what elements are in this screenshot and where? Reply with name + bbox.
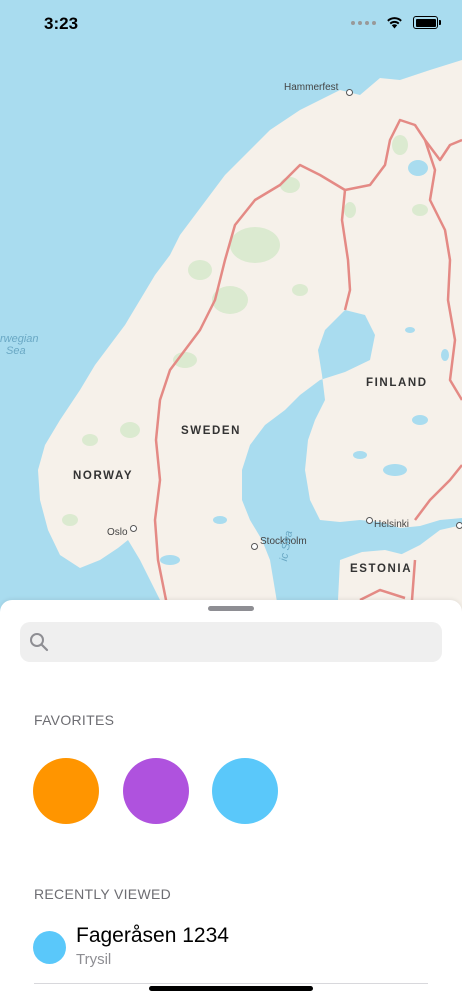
recent-list-item[interactable]: Fageråsen 1234 Trysil [0, 920, 462, 980]
battery-icon [413, 16, 441, 29]
city-label-helsinki[interactable]: Helsinki [374, 519, 409, 530]
favorites-section-title: FAVORITES [34, 712, 115, 728]
city-marker-stockholm[interactable] [251, 543, 258, 550]
city-label-hammerfest[interactable]: Hammerfest [284, 82, 338, 93]
status-icons [351, 16, 441, 29]
city-marker-helsinki[interactable] [366, 517, 373, 524]
city-marker-hammerfest[interactable] [346, 89, 353, 96]
recently-viewed-section-title: RECENTLY VIEWED [34, 886, 172, 902]
sheet-grabber-handle[interactable] [208, 606, 254, 611]
recent-item-subtitle: Trysil [76, 951, 112, 968]
country-label-estonia[interactable]: ESTONIA [350, 563, 412, 575]
city-label-oslo[interactable]: Oslo [107, 527, 128, 538]
home-indicator[interactable] [149, 986, 313, 991]
recent-item-title: Fageråsen 1234 [76, 924, 229, 947]
city-marker-edge[interactable] [456, 522, 462, 529]
wifi-icon [387, 17, 402, 29]
search-bar[interactable] [20, 622, 442, 664]
status-bar: 3:23 [0, 0, 462, 50]
cellular-signal-icon [351, 20, 376, 25]
map-view[interactable]: Hammerfest rwegian Sea FINLAND SWEDEN NOR… [0, 0, 462, 621]
list-divider [34, 983, 428, 984]
favorite-item-orange[interactable] [33, 758, 99, 824]
city-marker-oslo[interactable] [130, 525, 137, 532]
sea-label-norwegian: rwegian Sea [0, 333, 39, 357]
country-label-norway[interactable]: NORWAY [73, 470, 133, 482]
bottom-sheet[interactable]: FAVORITES RECENTLY VIEWED Fageråsen 1234… [0, 600, 462, 1000]
search-input[interactable] [60, 622, 434, 664]
favorite-item-blue[interactable] [212, 758, 278, 824]
search-icon [30, 633, 49, 652]
country-label-sweden[interactable]: SWEDEN [181, 425, 241, 437]
country-label-finland[interactable]: FINLAND [366, 377, 428, 389]
status-time: 3:23 [44, 14, 79, 33]
recent-item-color-dot [33, 931, 66, 964]
favorite-item-purple[interactable] [123, 758, 189, 824]
